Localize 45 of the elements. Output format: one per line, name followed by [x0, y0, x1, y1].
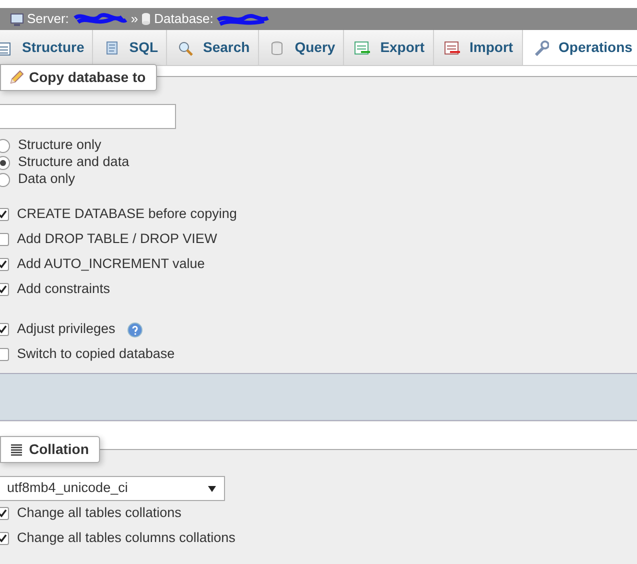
checkbox-label: Change all tables collations	[17, 504, 182, 522]
radio-label: Structure and data	[18, 153, 130, 172]
collation-dropdown[interactable]: utf8mb4_unicode_ci	[0, 476, 225, 501]
nav-tab[interactable]: Search	[167, 30, 259, 65]
check-icon	[0, 324, 8, 335]
server-icon	[10, 12, 24, 26]
breadcrumb-separator: »	[130, 10, 138, 28]
checkbox-label: Add constraints	[17, 280, 110, 298]
export-icon	[354, 40, 370, 56]
radio-button[interactable]	[0, 172, 10, 186]
nav-tab[interactable]: Query	[258, 30, 344, 65]
database-icon	[141, 12, 152, 26]
import-icon	[444, 40, 460, 56]
input-field[interactable]	[0, 104, 176, 129]
check-icon	[0, 284, 8, 295]
radio-button[interactable]	[0, 138, 10, 152]
checkbox-label: CREATE DATABASE before copying	[17, 205, 237, 224]
check-icon	[0, 209, 8, 220]
nav-tab[interactable]: Import	[434, 30, 523, 65]
database-icon	[268, 40, 285, 56]
server-label: Server:	[27, 10, 69, 28]
nav-tab[interactable]: Structure	[0, 30, 94, 65]
section-legend: Collation	[0, 436, 100, 463]
pencil-icon	[9, 70, 24, 85]
checkbox-label: Add AUTO_INCREMENT value	[17, 255, 205, 274]
checkbox-label: Add DROP TABLE / DROP VIEW	[17, 230, 218, 248]
radio-button[interactable]	[0, 156, 10, 170]
radio-label: Structure only	[18, 136, 102, 154]
nav-tab[interactable]: Export	[344, 30, 434, 65]
check-icon	[0, 259, 8, 270]
database-label: Database:	[154, 10, 214, 28]
checkbox-label: Switch to copied database	[17, 345, 175, 364]
wrench-icon	[532, 40, 549, 56]
nav-tab[interactable]: SQL	[93, 30, 168, 65]
check-icon	[0, 533, 8, 544]
table-icon	[0, 40, 12, 56]
list-icon	[9, 442, 24, 457]
dropdown-arrow-icon	[207, 484, 217, 494]
nav-tab[interactable]: Operations	[522, 30, 637, 65]
search-icon	[177, 40, 194, 56]
checkbox-label: Adjust privileges	[17, 320, 116, 338]
radio-label: Data only	[18, 170, 76, 188]
check-icon	[0, 508, 8, 519]
section-legend: Copy database to	[0, 64, 157, 91]
checkbox-label: Change all tables columns collations	[17, 529, 236, 548]
